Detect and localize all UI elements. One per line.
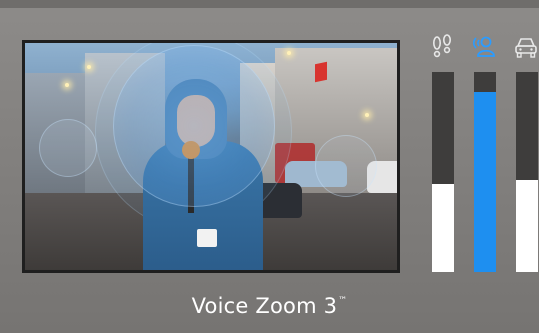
street-light <box>365 113 369 117</box>
caption-title: Voice Zoom 3 <box>191 294 338 318</box>
meter-fill <box>432 184 454 272</box>
street-light <box>87 65 91 69</box>
top-strip <box>0 0 539 8</box>
car-icon <box>512 34 539 60</box>
meter-voice <box>470 30 498 275</box>
meter-track <box>432 72 454 272</box>
meter-fill <box>516 180 538 272</box>
meter-car <box>512 30 539 275</box>
feature-caption: Voice Zoom 3™ <box>0 294 539 318</box>
voice-person-icon <box>470 34 498 60</box>
meter-fill <box>474 92 496 272</box>
meter-track <box>516 72 538 272</box>
red-sign <box>315 61 327 83</box>
video-preview <box>22 40 400 273</box>
footsteps-icon <box>428 34 456 60</box>
street-light <box>65 83 69 87</box>
meter-footsteps <box>428 30 456 275</box>
ambient-sound-circle <box>39 119 97 177</box>
meter-track <box>474 72 496 272</box>
press-badge <box>197 229 217 247</box>
voice-zoom-focus-circle <box>113 45 275 207</box>
street-light <box>287 51 291 55</box>
audio-level-meters <box>424 30 539 275</box>
ambient-sound-circle <box>315 135 377 197</box>
trademark-symbol: ™ <box>338 296 348 306</box>
